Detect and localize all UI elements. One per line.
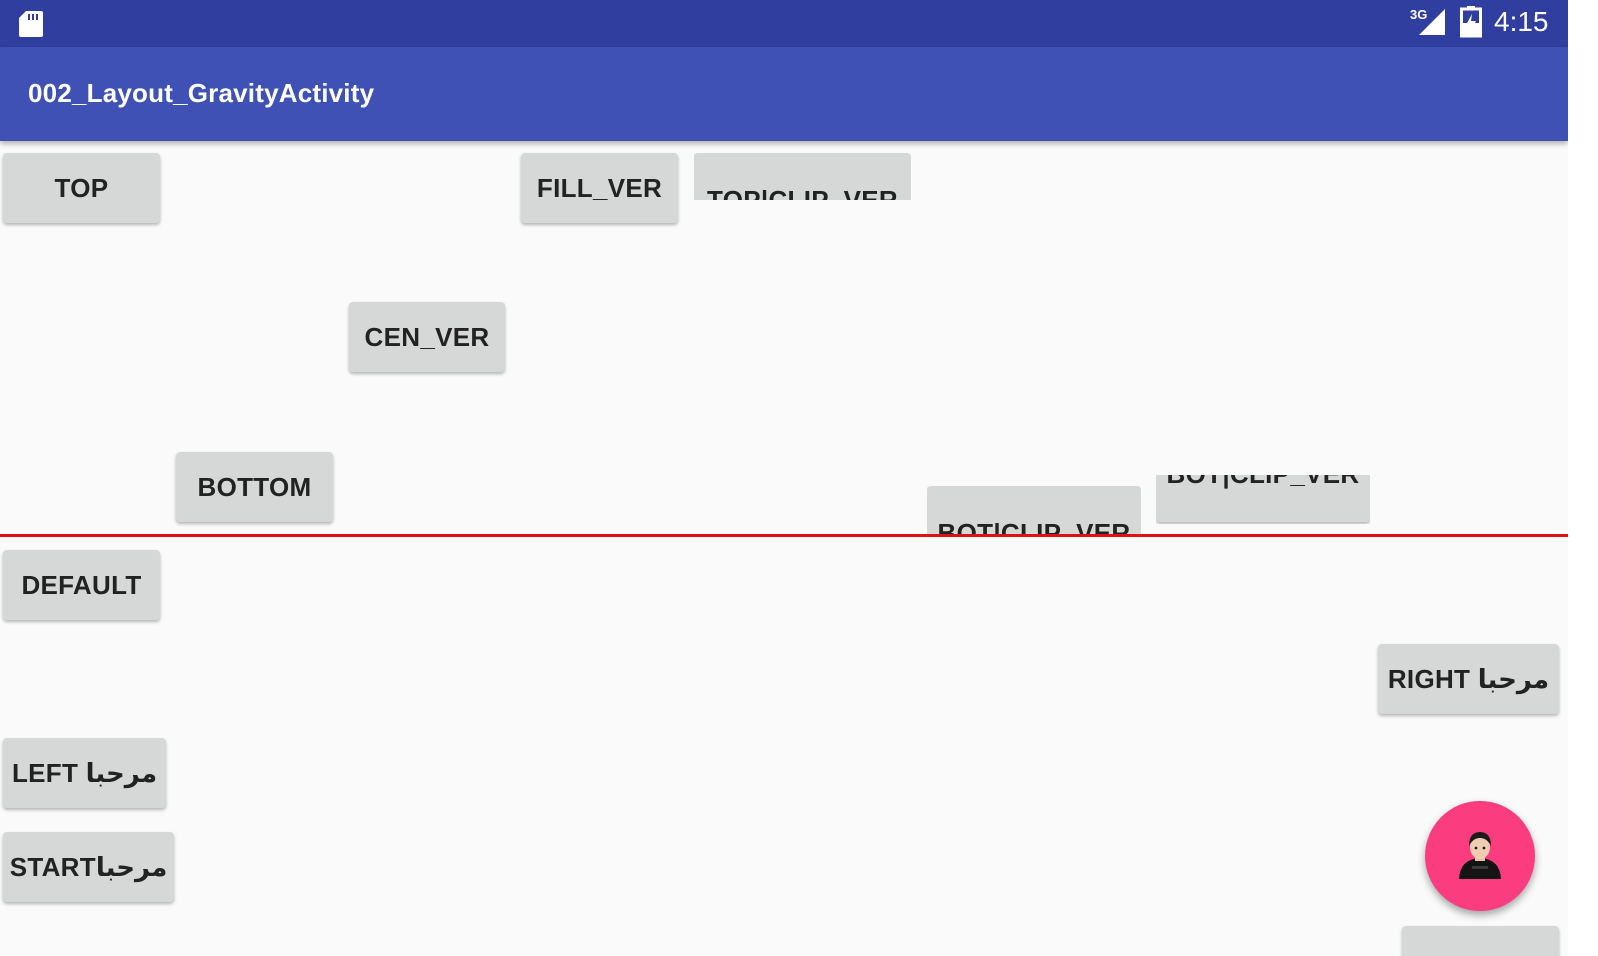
start-button[interactable]: STARTمرحبا (3, 832, 174, 902)
user-avatar-icon (1459, 832, 1501, 879)
bot-clip-ver-button-2[interactable]: BOT|CLIP_VER (1156, 475, 1370, 522)
app-title: 002_Layout_GravityActivity (28, 78, 375, 108)
fab-avatar-button[interactable] (1425, 801, 1535, 911)
battery-charging-icon (1460, 6, 1482, 38)
bottom-button[interactable]: BOTTOM (176, 452, 333, 522)
default-button[interactable]: DEFAULT (3, 550, 160, 620)
app-bar: 002_Layout_GravityActivity (0, 47, 1568, 141)
partial-bottom-button[interactable] (1402, 926, 1559, 956)
screen-edge (1568, 0, 1598, 956)
top-button[interactable]: TOP (3, 153, 160, 223)
fill-ver-button[interactable]: FILL_VER (521, 153, 678, 223)
top-clip-ver-container: TOP|CLIP_VER (694, 153, 911, 200)
bot-clip-ver-container-1: BOT|CLIP_VER (927, 486, 1141, 534)
device-screen: 3G 4:15 002_Layout_GravityActivity TOP F… (0, 0, 1568, 956)
red-divider (0, 534, 1568, 537)
cen-ver-button[interactable]: CEN_VER (349, 302, 505, 372)
left-button[interactable]: LEFT مرحبا (3, 738, 166, 808)
bot-clip-ver-button-1[interactable]: BOT|CLIP_VER (927, 486, 1141, 534)
status-clock: 4:15 (1494, 6, 1549, 37)
bot-clip-ver-container-2: BOT|CLIP_VER (1156, 475, 1370, 524)
status-bar: 3G 4:15 (0, 0, 1568, 47)
top-clip-ver-button[interactable]: TOP|CLIP_VER (694, 153, 911, 200)
sd-card-icon (19, 11, 43, 37)
signal-icon (1419, 9, 1445, 35)
right-button[interactable]: RIGHT مرحبا (1378, 644, 1559, 714)
